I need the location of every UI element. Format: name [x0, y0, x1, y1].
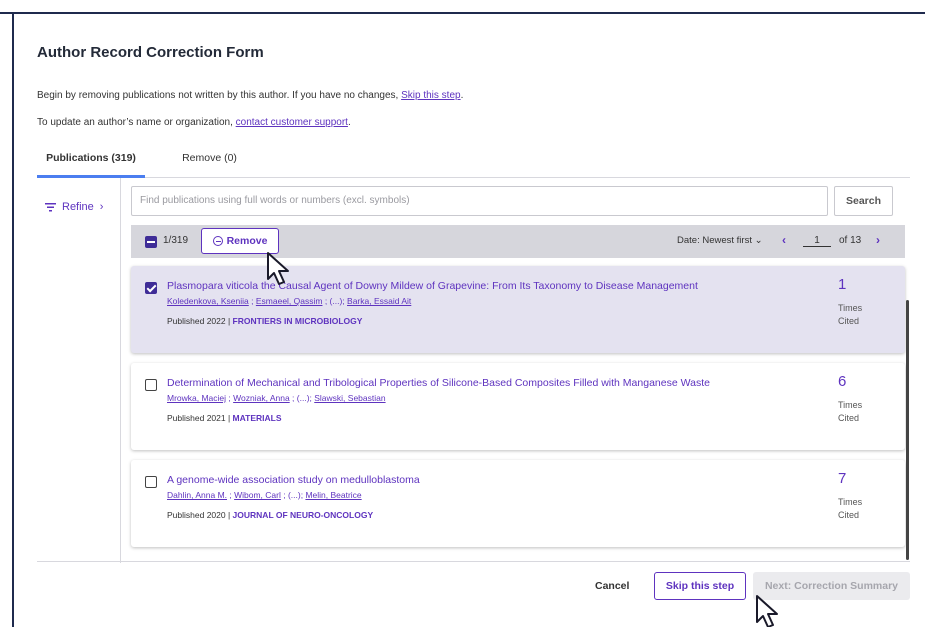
author-link[interactable]: Dahlin, Anna M. [167, 490, 227, 500]
author-link[interactable]: Slawski, Sebastian [314, 393, 385, 403]
publication-meta: Published 2021 | MATERIALS [167, 413, 282, 423]
sort-dropdown[interactable]: Date: Newest first ⌄ [677, 235, 763, 246]
search-button[interactable]: Search [834, 186, 893, 216]
skip-step-button[interactable]: Skip this step [654, 572, 746, 600]
search-input[interactable]: Find publications using full words or nu… [131, 186, 828, 216]
page-total: of 13 [839, 235, 862, 246]
page-title: Author Record Correction Form [37, 44, 264, 61]
author-link[interactable]: Esmaeel, Qassim [256, 296, 323, 306]
mouse-pointer-icon [756, 595, 778, 627]
previous-page-button[interactable]: ‹ [782, 233, 786, 247]
minus-circle-icon [212, 236, 223, 246]
times-cited-label: Times Cited [838, 303, 863, 326]
sidebar-divider [120, 178, 121, 563]
tab-publications[interactable]: Publications (319) [37, 148, 145, 178]
record-checkbox[interactable] [145, 282, 157, 294]
journal-name: MATERIALS [232, 413, 282, 423]
times-cited-count[interactable]: 7 [838, 470, 846, 487]
chevron-right-icon: › [99, 201, 104, 213]
select-all-checkbox[interactable] [145, 236, 157, 248]
page-number-input[interactable]: 1 [803, 235, 831, 247]
times-cited-count[interactable]: 6 [838, 373, 846, 390]
remove-button-label: Remove [226, 235, 268, 247]
publication-meta: Published 2020 | JOURNAL OF NEURO-ONCOLO… [167, 510, 374, 520]
author-list: Mrowka, Maciej ; Wozniak, Anna ; (...); … [167, 393, 386, 403]
next-page-button[interactable]: › [876, 233, 880, 247]
publication-card[interactable]: Determination of Mechanical and Tribolog… [131, 363, 905, 450]
window-top-border [0, 12, 925, 14]
times-cited-label: Times Cited [838, 497, 863, 520]
times-cited-label: Times Cited [838, 400, 863, 423]
refine-toggle[interactable]: Refine › [45, 201, 103, 213]
record-checkbox[interactable] [145, 379, 157, 391]
publication-card[interactable]: A genome-wide association study on medul… [131, 460, 905, 547]
publication-title[interactable]: A genome-wide association study on medul… [167, 474, 420, 486]
publication-meta: Published 2022 | FRONTIERS IN MICROBIOLO… [167, 316, 363, 326]
author-link[interactable]: Melin, Beatrice [305, 490, 361, 500]
footer-divider [37, 561, 910, 562]
contact-support-link[interactable]: contact customer support [236, 117, 348, 128]
author-link[interactable]: Wozniak, Anna [233, 393, 290, 403]
list-scrollbar[interactable] [906, 300, 909, 560]
refine-label: Refine [62, 201, 94, 213]
results-toolbar: 1/319 Remove Date: Newest first ⌄ ‹ 1 of… [131, 225, 905, 258]
mouse-pointer-icon [267, 252, 289, 285]
filter-icon [45, 202, 56, 211]
publication-title[interactable]: Determination of Mechanical and Tribolog… [167, 377, 710, 389]
record-checkbox[interactable] [145, 476, 157, 488]
publication-title[interactable]: Plasmopara viticola the Causal Agent of … [167, 280, 698, 292]
intro-text: Begin by removing publications not writt… [37, 90, 464, 101]
author-list: Dahlin, Anna M. ; Wibom, Carl ; (...); M… [167, 490, 362, 500]
author-link[interactable]: Mrowka, Maciej [167, 393, 226, 403]
journal-name: FRONTIERS IN MICROBIOLOGY [232, 316, 363, 326]
times-cited-count[interactable]: 1 [838, 276, 846, 293]
cancel-button[interactable]: Cancel [595, 580, 629, 592]
author-link[interactable]: Wibom, Carl [234, 490, 281, 500]
author-link[interactable]: Koledenkova, Kseniia [167, 296, 249, 306]
skip-step-link[interactable]: Skip this step [401, 90, 460, 101]
author-link[interactable]: Barka, Essaid Ait [347, 296, 411, 306]
journal-name: JOURNAL OF NEURO-ONCOLOGY [232, 510, 374, 520]
window-left-border [12, 12, 14, 627]
publication-card[interactable]: Plasmopara viticola the Causal Agent of … [131, 266, 905, 353]
selected-count: 1/319 [163, 235, 189, 246]
tab-bar: Publications (319) Remove (0) [37, 148, 910, 178]
update-text: To update an author’s name or organizati… [37, 117, 351, 128]
publication-list: Plasmopara viticola the Causal Agent of … [131, 266, 905, 557]
author-list: Koledenkova, Kseniia ; Esmaeel, Qassim ;… [167, 296, 412, 306]
tab-remove[interactable]: Remove (0) [177, 148, 242, 178]
